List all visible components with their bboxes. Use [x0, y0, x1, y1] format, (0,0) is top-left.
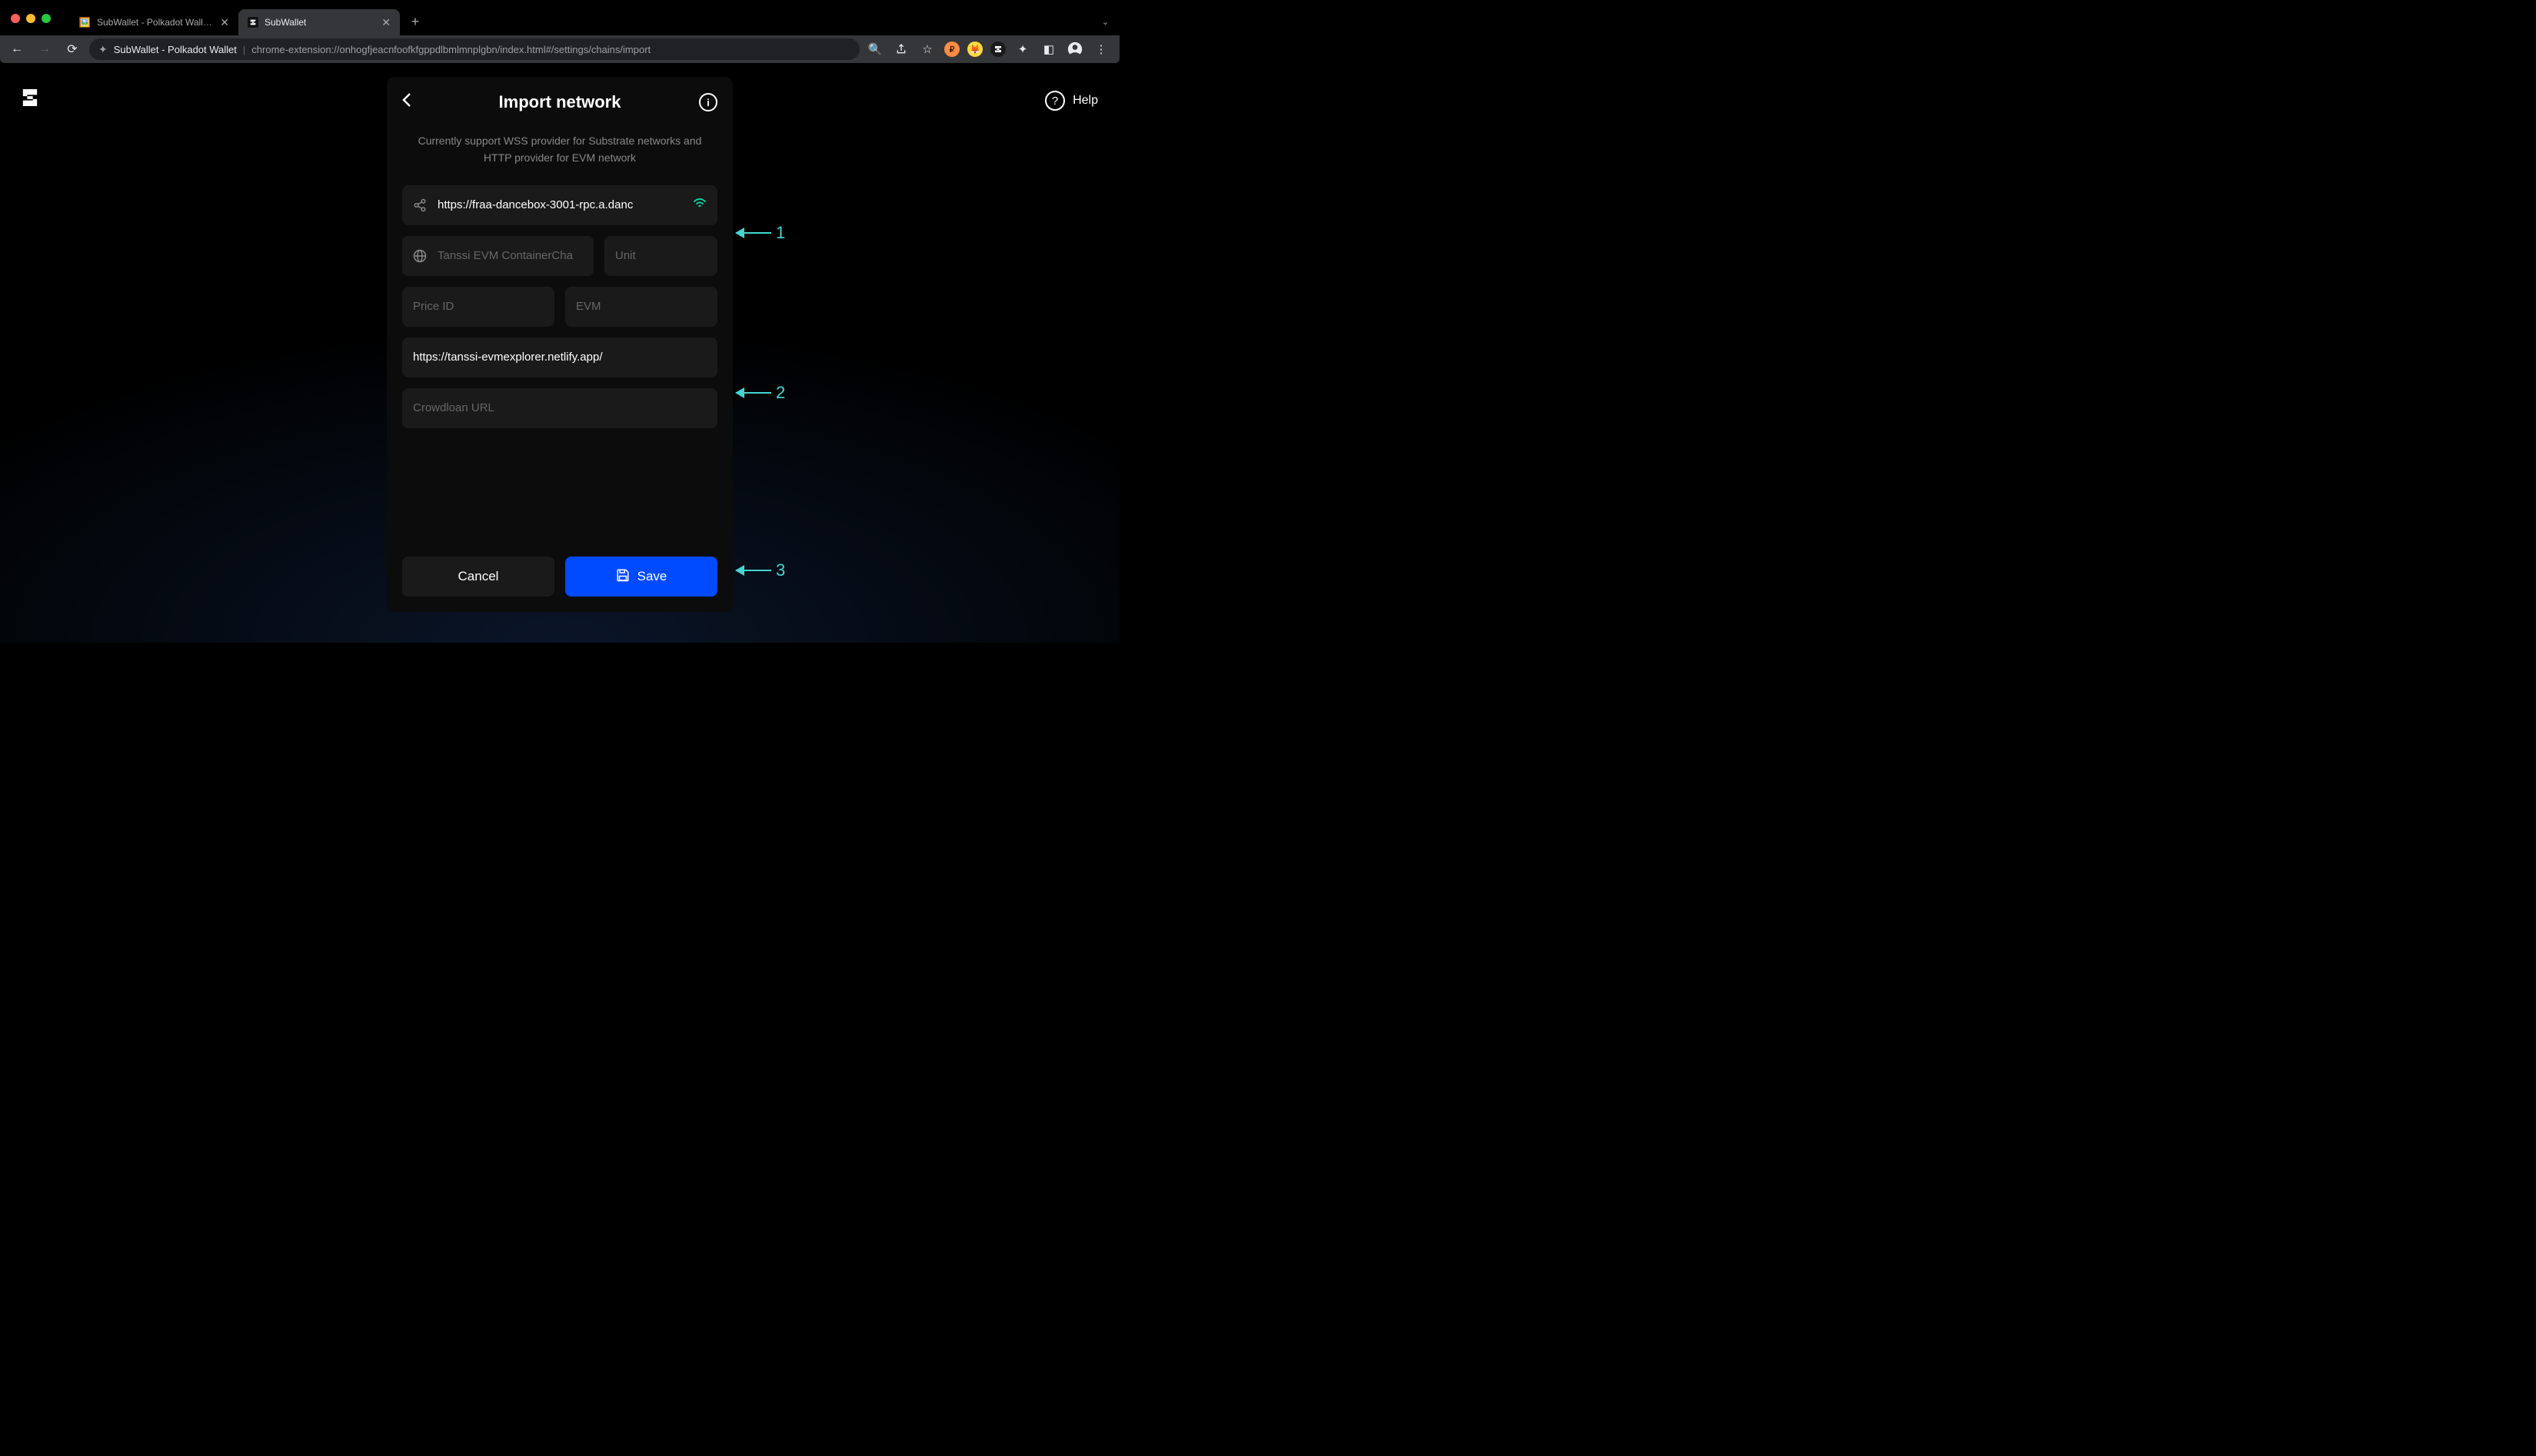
maximize-window[interactable] [42, 14, 51, 23]
share-nodes-icon [413, 198, 428, 212]
tab-title: SubWallet - Polkadot Wallet - [97, 17, 214, 28]
chain-type-field[interactable]: EVM [565, 287, 717, 327]
close-tab-icon[interactable]: ✕ [381, 16, 391, 29]
forward-button[interactable]: → [34, 38, 55, 60]
price-id-field[interactable]: Price ID [402, 287, 554, 327]
url-text: chrome-extension://onhogfjeacnfoofkfgppd… [251, 44, 651, 55]
page-content: ? Help Import network i Currently suppor… [0, 63, 1120, 643]
block-explorer-field[interactable]: https://tanssi-evmexplorer.netlify.app/ [402, 337, 717, 377]
close-window[interactable] [11, 14, 20, 23]
chain-type-value: EVM [576, 300, 707, 313]
chain-name-field[interactable]: Tanssi EVM ContainerCha [402, 236, 594, 276]
share-icon[interactable] [892, 40, 910, 58]
globe-icon [413, 249, 428, 263]
new-tab-button[interactable]: + [404, 11, 426, 32]
help-button[interactable]: ? Help [1045, 91, 1098, 111]
bookmark-icon[interactable]: ☆ [918, 40, 937, 58]
save-button[interactable]: Save [565, 557, 717, 597]
close-tab-icon[interactable]: ✕ [220, 16, 229, 29]
wifi-connected-icon [693, 197, 707, 213]
profile-icon[interactable] [1066, 40, 1084, 58]
provider-url-field[interactable]: https://fraa-dancebox-3001-rpc.a.danc [402, 185, 717, 225]
symbol-field[interactable]: Unit [604, 236, 717, 276]
annotation-1: 1 [736, 223, 785, 243]
tab-favicon-icon [248, 17, 258, 28]
help-icon: ? [1045, 91, 1065, 111]
zoom-icon[interactable]: 🔍 [866, 40, 884, 58]
browser-toolbar: ← → ⟳ ✦ SubWallet - Polkadot Wallet | ch… [0, 35, 1120, 63]
site-name: SubWallet - Polkadot Wallet [114, 44, 237, 55]
side-panel-icon[interactable]: ◧ [1040, 40, 1058, 58]
browser-tab-active[interactable]: SubWallet ✕ [238, 9, 400, 35]
back-button[interactable]: ← [6, 38, 28, 60]
provider-url-value: https://fraa-dancebox-3001-rpc.a.danc [438, 198, 684, 211]
app-logo [22, 88, 38, 111]
tab-title: SubWallet [265, 17, 375, 28]
symbol-placeholder: Unit [615, 249, 707, 262]
browser-tab[interactable]: 🖼️ SubWallet - Polkadot Wallet - ✕ [69, 9, 238, 35]
info-button[interactable]: i [699, 93, 717, 111]
extensions-icon[interactable]: ✦ [1013, 40, 1032, 58]
extension-icon: ✦ [98, 43, 108, 56]
save-icon [616, 568, 630, 586]
tab-strip: 🖼️ SubWallet - Polkadot Wallet - ✕ SubWa… [0, 8, 1120, 35]
minimize-window[interactable] [26, 14, 35, 23]
help-label: Help [1073, 94, 1098, 108]
annotation-3: 3 [736, 560, 785, 580]
reload-button[interactable]: ⟳ [62, 38, 83, 60]
chain-name-value: Tanssi EVM ContainerCha [438, 249, 583, 262]
extension-subwallet-icon[interactable] [990, 42, 1006, 57]
panel-back-button[interactable] [402, 92, 421, 112]
annotation-2: 2 [736, 383, 785, 403]
import-network-panel: Import network i Currently support WSS p… [387, 77, 733, 612]
price-id-placeholder: Price ID [413, 300, 544, 313]
block-explorer-value: https://tanssi-evmexplorer.netlify.app/ [413, 351, 707, 364]
panel-subtitle: Currently support WSS provider for Subst… [402, 132, 717, 167]
cancel-button[interactable]: Cancel [402, 557, 554, 597]
address-bar[interactable]: ✦ SubWallet - Polkadot Wallet | chrome-e… [89, 38, 860, 60]
expand-tabs-icon[interactable]: ⌄ [1102, 17, 1109, 27]
crowdloan-placeholder: Crowdloan URL [413, 401, 707, 414]
window-controls[interactable] [11, 14, 51, 23]
extension-badge-icon[interactable]: ₽ [944, 42, 960, 57]
extension-metamask-icon[interactable]: 🦊 [967, 42, 983, 57]
crowdloan-url-field[interactable]: Crowdloan URL [402, 388, 717, 428]
panel-title: Import network [499, 92, 621, 112]
tab-favicon-icon: 🖼️ [78, 16, 91, 28]
menu-icon[interactable]: ⋮ [1092, 40, 1110, 58]
